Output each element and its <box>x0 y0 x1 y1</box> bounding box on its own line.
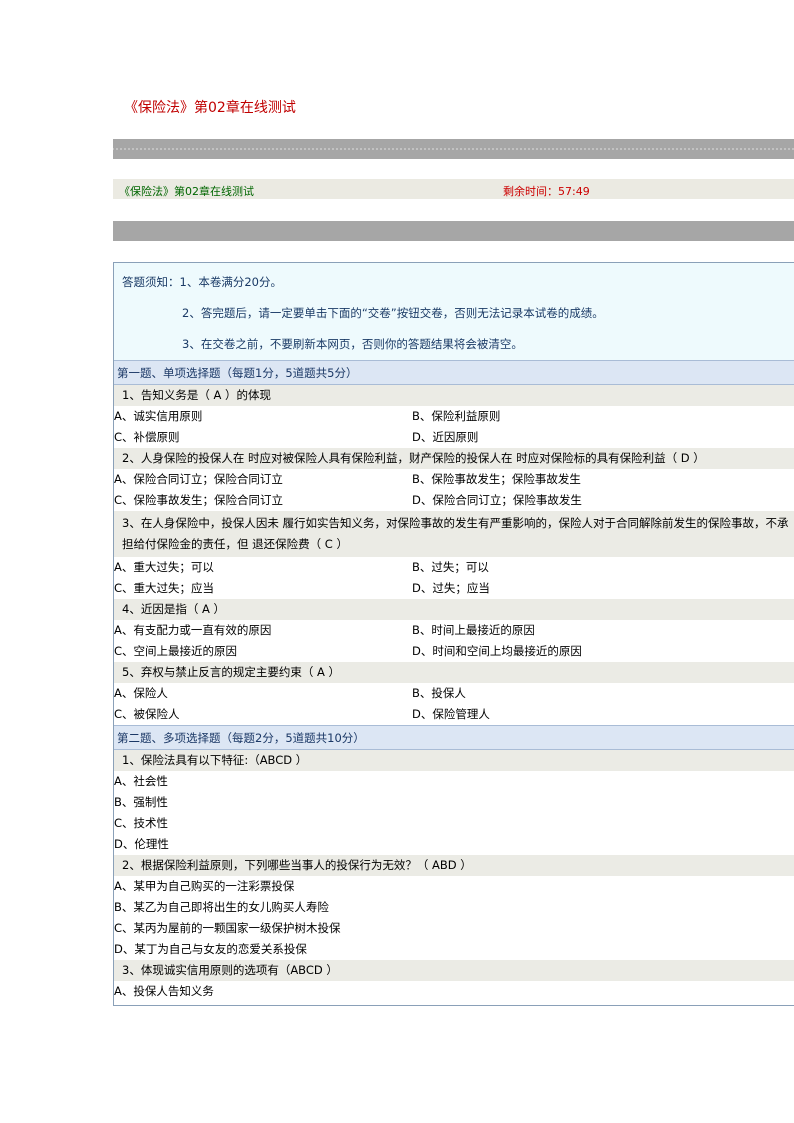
question-title: 2、根据保险利益原则，下列哪些当事人的投保行为无效？（ ABD ） <box>114 855 794 876</box>
option[interactable]: D、近因原则 <box>412 427 792 448</box>
test-info-bar: 《保险法》第02章在线测试 剩余时间：57:49 <box>113 179 794 199</box>
option[interactable]: D、时间和空间上均最接近的原因 <box>412 641 792 662</box>
option-row: A、保险人 B、投保人 <box>114 683 794 704</box>
remaining-time: 剩余时间：57:49 <box>503 185 590 198</box>
notice-line-1: 答题须知：1、本卷满分20分。 <box>122 275 282 289</box>
option[interactable]: A、社会性 <box>114 771 794 792</box>
option[interactable]: B、过失；可以 <box>412 557 792 578</box>
option[interactable]: D、保险合同订立；保险事故发生 <box>412 490 792 511</box>
decorative-dotted-bar <box>113 139 794 159</box>
option[interactable]: B、保险事故发生；保险事故发生 <box>412 469 792 490</box>
option[interactable]: A、保险合同订立；保险合同订立 <box>114 469 412 490</box>
question-title: 4、近因是指（ A ） <box>114 599 794 620</box>
option[interactable]: B、保险利益原则 <box>412 406 792 427</box>
section-header-single-choice: 第一题、单项选择题（每题1分，5道题共5分） <box>114 360 794 385</box>
option-row: C、重大过失；应当 D、过失；应当 <box>114 578 794 599</box>
option[interactable]: A、诚实信用原则 <box>114 406 412 427</box>
option[interactable]: B、投保人 <box>412 683 792 704</box>
option[interactable]: D、伦理性 <box>114 834 794 855</box>
option[interactable]: B、时间上最接近的原因 <box>412 620 792 641</box>
option[interactable]: C、某丙为屋前的一颗国家一级保护树木投保 <box>114 918 794 939</box>
option[interactable]: A、保险人 <box>114 683 412 704</box>
test-title: 《保险法》第02章在线测试 <box>119 185 254 198</box>
option-row: A、诚实信用原则 B、保险利益原则 <box>114 406 794 427</box>
question-title: 3、体现诚实信用原则的选项有（ABCD ） <box>114 960 794 981</box>
option[interactable]: A、投保人告知义务 <box>114 981 794 1002</box>
option-row: C、补偿原则 D、近因原则 <box>114 427 794 448</box>
option[interactable]: A、重大过失；可以 <box>114 557 412 578</box>
question-title: 1、保险法具有以下特征:（ABCD ） <box>114 750 794 771</box>
question-title: 1、告知义务是（ A ）的体现 <box>114 385 794 406</box>
option[interactable]: A、有支配力或一直有效的原因 <box>114 620 412 641</box>
page-title: 《保险法》第02章在线测试 <box>124 100 296 116</box>
option[interactable]: C、补偿原则 <box>114 427 412 448</box>
option-row: A、重大过失；可以 B、过失；可以 <box>114 557 794 578</box>
option[interactable]: C、被保险人 <box>114 704 412 725</box>
option[interactable]: A、某甲为自己购买的一注彩票投保 <box>114 876 794 897</box>
option[interactable]: B、强制性 <box>114 792 794 813</box>
section-header-multiple-choice: 第二题、多项选择题（每题2分，5道题共10分） <box>114 725 794 750</box>
option[interactable]: B、某乙为自己即将出生的女儿购买人寿险 <box>114 897 794 918</box>
option-row: A、保险合同订立；保险合同订立 B、保险事故发生；保险事故发生 <box>114 469 794 490</box>
answer-notice: 答题须知：1、本卷满分20分。 2、答完题后，请一定要单击下面的“交卷”按钮交卷… <box>114 263 794 360</box>
question-title: 3、在人身保险中，投保人因未 履行如实告知义务，对保险事故的发生有严重影响的，保… <box>114 511 794 557</box>
option[interactable]: D、过失；应当 <box>412 578 792 599</box>
option[interactable]: C、空间上最接近的原因 <box>114 641 412 662</box>
option-row: C、保险事故发生；保险合同订立 D、保险合同订立；保险事故发生 <box>114 490 794 511</box>
option-row: A、有支配力或一直有效的原因 B、时间上最接近的原因 <box>114 620 794 641</box>
option[interactable]: D、某丁为自己与女友的恋爱关系投保 <box>114 939 794 960</box>
option[interactable]: D、保险管理人 <box>412 704 792 725</box>
option-row: C、被保险人 D、保险管理人 <box>114 704 794 725</box>
option-row: C、空间上最接近的原因 D、时间和空间上均最接近的原因 <box>114 641 794 662</box>
option[interactable]: C、保险事故发生；保险合同订立 <box>114 490 412 511</box>
exam-panel: 答题须知：1、本卷满分20分。 2、答完题后，请一定要单击下面的“交卷”按钮交卷… <box>113 262 794 1006</box>
divider-bar <box>113 221 794 241</box>
option[interactable]: C、重大过失；应当 <box>114 578 412 599</box>
question-title: 2、人身保险的投保人在 时应对被保险人具有保险利益，财产保险的投保人在 时应对保… <box>114 448 794 469</box>
notice-line-3: 3、在交卷之前，不要刷新本网页，否则你的答题结果将会被清空。 <box>182 337 523 351</box>
notice-line-2: 2、答完题后，请一定要单击下面的“交卷”按钮交卷，否则无法记录本试卷的成绩。 <box>182 306 604 320</box>
question-title: 5、弃权与禁止反言的规定主要约束（ A ） <box>114 662 794 683</box>
option[interactable]: C、技术性 <box>114 813 794 834</box>
